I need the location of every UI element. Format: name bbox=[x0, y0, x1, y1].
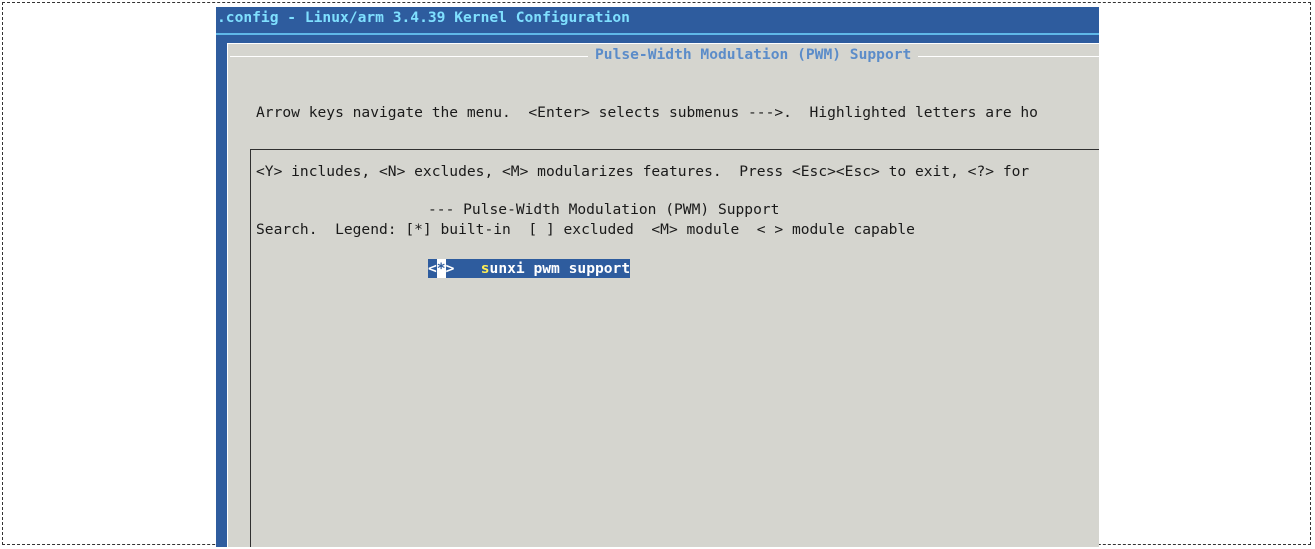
option-label: unxi pwm support bbox=[489, 259, 631, 277]
option-gap bbox=[454, 260, 480, 277]
title-underline bbox=[216, 33, 1099, 35]
window-title: .config - Linux/arm 3.4.39 Kernel Config… bbox=[217, 9, 630, 26]
menu-list: --- Pulse-Width Modulation (PWM) Support… bbox=[250, 149, 1099, 547]
selected-highlight[interactable]: <*> sunxi pwm support bbox=[428, 258, 631, 278]
help-line: Arrow keys navigate the menu. <Enter> se… bbox=[256, 104, 1038, 121]
option-hotkey: s bbox=[480, 259, 490, 277]
option-state[interactable]: * bbox=[436, 258, 446, 278]
terminal-screen: .config - Linux/arm 3.4.39 Kernel Config… bbox=[216, 7, 1099, 547]
option-open-bracket: < bbox=[428, 259, 437, 277]
menu-item-sunxi-pwm-support[interactable]: <*> sunxi pwm support bbox=[428, 258, 779, 279]
menuconfig-dialog: Pulse-Width Modulation (PWM) Support Arr… bbox=[227, 43, 1099, 547]
menu-item-pwm-support-header[interactable]: --- Pulse-Width Modulation (PWM) Support bbox=[428, 200, 779, 220]
dialog-title: Pulse-Width Modulation (PWM) Support bbox=[588, 46, 919, 64]
